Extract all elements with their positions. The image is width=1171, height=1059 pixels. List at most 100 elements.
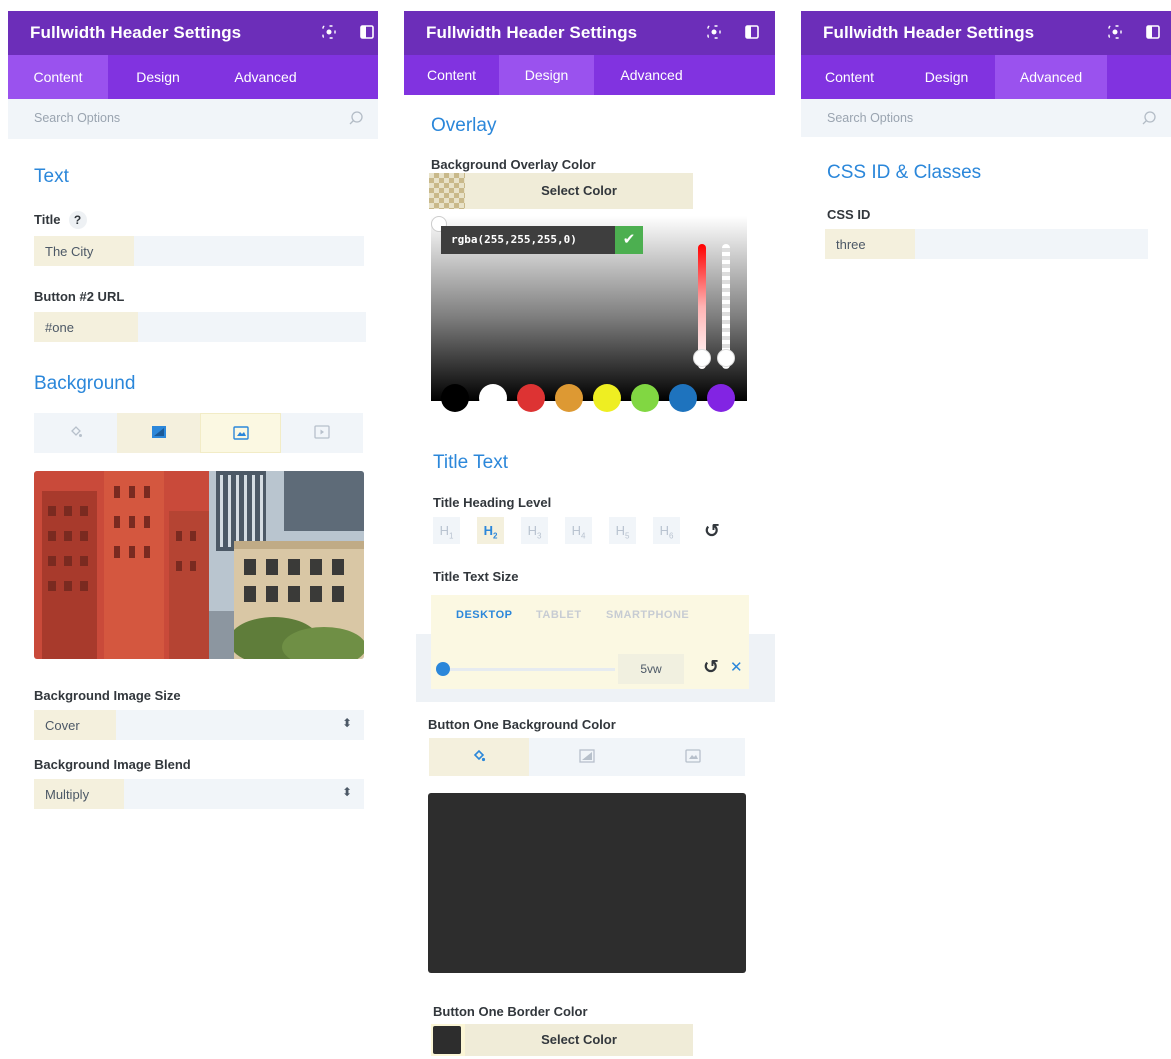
button2-url-value: #one — [45, 320, 74, 335]
palette-swatch[interactable] — [517, 384, 545, 412]
color-picker[interactable]: rgba(255,255,255,0) ✔ — [431, 216, 747, 401]
palette-swatch[interactable] — [707, 384, 735, 412]
heading-level-h2[interactable]: H2 — [477, 517, 504, 544]
design-settings-panel: Fullwidth Header Settings Content Design… — [404, 11, 775, 1059]
image-icon — [685, 749, 701, 767]
css-id-label: CSS ID — [827, 207, 871, 222]
palette-swatch[interactable] — [593, 384, 621, 412]
section-heading-title-text: Title Text — [433, 452, 508, 473]
search-icon — [1141, 110, 1157, 126]
focus-mode-icon[interactable] — [707, 25, 721, 39]
section-heading-css: CSS ID & Classes — [827, 162, 982, 183]
tab-design[interactable]: Design — [898, 55, 995, 99]
modal-header: Fullwidth Header Settings — [8, 11, 378, 55]
device-tabs: DESKTOP TABLET SMARTPHONE — [431, 595, 749, 635]
reset-icon[interactable]: ↺ — [704, 520, 720, 543]
palette-swatch[interactable] — [555, 384, 583, 412]
text-size-slider-knob[interactable] — [436, 662, 450, 676]
tab-advanced[interactable]: Advanced — [208, 55, 323, 99]
bg-video-tab[interactable] — [281, 413, 363, 453]
select-color-button[interactable]: Select Color — [465, 173, 693, 209]
advanced-settings-panel: Fullwidth Header Settings Content Design… — [801, 11, 1171, 281]
bg-gradient-tab[interactable] — [117, 413, 200, 453]
btn-bg-image-tab[interactable] — [641, 738, 745, 776]
modal-title: Fullwidth Header Settings — [823, 23, 1035, 42]
search-placeholder: Search Options — [827, 111, 914, 125]
help-icon[interactable]: ? — [68, 211, 87, 229]
bg-image-size-label: Background Image Size — [34, 688, 181, 703]
clear-icon[interactable]: ✕ — [730, 658, 743, 676]
text-size-track[interactable] — [440, 668, 615, 671]
focus-mode-icon[interactable] — [322, 25, 336, 39]
bg-overlay-color-control[interactable]: Select Color — [429, 173, 693, 209]
select-arrows-icon: ⬍ — [341, 785, 352, 799]
bg-image-size-value: Cover — [45, 718, 80, 733]
sidebar-toggle-icon[interactable] — [360, 25, 374, 39]
bg-image-tab[interactable] — [200, 413, 281, 453]
palette-swatch[interactable] — [441, 384, 469, 412]
device-tab-tablet[interactable]: TABLET — [536, 595, 582, 635]
title-label: Title? — [34, 211, 87, 229]
btn-bg-gradient-tab[interactable] — [535, 738, 639, 776]
bg-image-size-select[interactable]: Cover ⬍ — [34, 710, 364, 740]
focus-mode-icon[interactable] — [1108, 25, 1122, 39]
text-size-value[interactable]: 5vw — [618, 654, 684, 684]
css-id-input[interactable]: three — [825, 229, 1148, 259]
tab-design[interactable]: Design — [108, 55, 208, 99]
palette-swatch[interactable] — [669, 384, 697, 412]
bg-overlay-color-label: Background Overlay Color — [431, 157, 596, 172]
heading-level-h1[interactable]: H1 — [433, 517, 460, 544]
bg-image-blend-select[interactable]: Multiply ⬍ — [34, 779, 364, 809]
heading-level-group: H1 H2 H3 H4 H5 H6 ↺ — [433, 517, 733, 545]
background-image-preview[interactable] — [34, 471, 364, 659]
modal-title: Fullwidth Header Settings — [426, 23, 638, 42]
tab-advanced[interactable]: Advanced — [995, 55, 1107, 99]
tab-content[interactable]: Content — [8, 55, 108, 99]
hue-knob[interactable] — [693, 349, 711, 367]
select-color-button[interactable]: Select Color — [465, 1024, 693, 1056]
heading-level-h5[interactable]: H5 — [609, 517, 636, 544]
tab-advanced[interactable]: Advanced — [594, 55, 709, 95]
sidebar-toggle-icon[interactable] — [1146, 25, 1160, 39]
btn-bg-color-tab[interactable] — [429, 738, 529, 776]
tab-design[interactable]: Design — [499, 55, 594, 95]
background-type-tabs — [34, 413, 363, 453]
search-icon — [348, 110, 364, 126]
button2-url-input[interactable]: #one — [34, 312, 366, 342]
search-bar[interactable]: Search Options — [8, 99, 378, 139]
button2-url-label: Button #2 URL — [34, 289, 125, 304]
section-heading-background: Background — [34, 373, 136, 394]
content-settings-panel: Fullwidth Header Settings Content Design… — [8, 11, 378, 831]
heading-level-h4[interactable]: H4 — [565, 517, 592, 544]
device-tab-desktop[interactable]: DESKTOP — [456, 595, 512, 635]
search-bar[interactable]: Search Options — [801, 99, 1171, 137]
tab-bar: Content Design Advanced — [404, 55, 775, 95]
button-bg-color-preview[interactable] — [428, 793, 746, 973]
sidebar-toggle-icon[interactable] — [745, 25, 759, 39]
button-one-border-label: Button One Border Color — [433, 1004, 588, 1019]
modal-header: Fullwidth Header Settings — [801, 11, 1171, 55]
tab-content[interactable]: Content — [404, 55, 499, 95]
device-tab-smartphone[interactable]: SMARTPHONE — [606, 595, 689, 635]
css-id-value: three — [836, 237, 866, 252]
search-placeholder: Search Options — [34, 111, 121, 125]
heading-level-h6[interactable]: H6 — [653, 517, 680, 544]
palette-swatch[interactable] — [631, 384, 659, 412]
tab-content[interactable]: Content — [801, 55, 898, 99]
reset-icon[interactable]: ↺ — [703, 656, 719, 679]
button-border-color-control[interactable]: Select Color — [431, 1024, 693, 1056]
transparent-swatch — [429, 173, 465, 209]
palette-swatch[interactable] — [479, 384, 507, 412]
bg-image-blend-value: Multiply — [45, 787, 90, 802]
tab-bar: Content Design Advanced — [801, 55, 1171, 99]
confirm-check-icon[interactable]: ✔ — [615, 226, 643, 254]
opacity-knob[interactable] — [717, 349, 735, 367]
color-value-input[interactable]: rgba(255,255,255,0) — [441, 226, 616, 254]
bg-color-tab[interactable] — [34, 413, 117, 453]
section-heading-overlay: Overlay — [431, 115, 497, 136]
heading-level-h3[interactable]: H3 — [521, 517, 548, 544]
title-input[interactable]: The City — [34, 236, 364, 266]
video-icon — [314, 425, 330, 443]
image-icon — [232, 426, 249, 444]
modal-header: Fullwidth Header Settings — [404, 11, 775, 55]
